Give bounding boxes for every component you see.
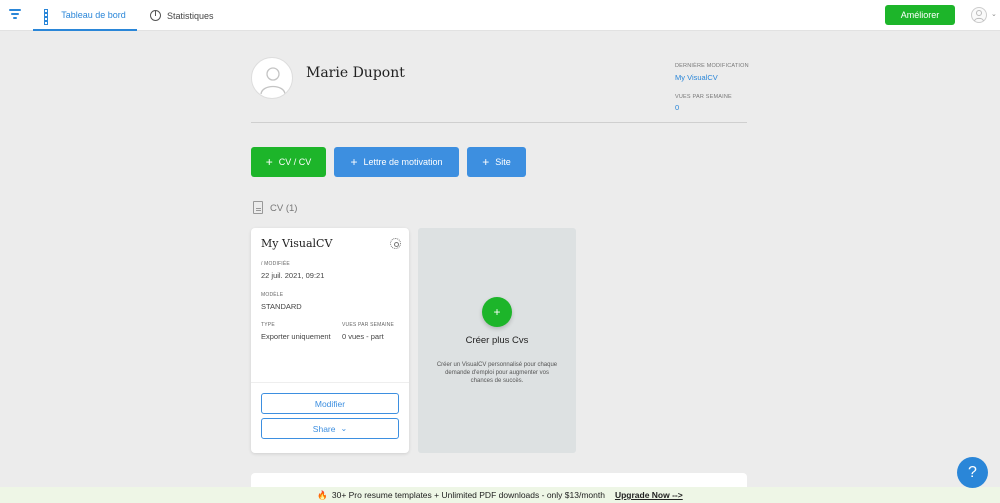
- top-navbar: Tableau de bord Statistiques Améliorer ⌄: [0, 0, 1000, 31]
- views-label: VUES PAR SEMAINE: [342, 322, 395, 328]
- create-more-cvs-card[interactable]: + Créer plus Cvs Créer un VisualCV perso…: [418, 228, 576, 453]
- plus-icon: +: [265, 155, 273, 169]
- tab-dashboard[interactable]: Tableau de bord: [33, 0, 137, 31]
- add-cover-letter-button[interactable]: + Lettre de motivation: [334, 147, 459, 177]
- chevron-down-icon: ⌄: [340, 424, 348, 433]
- tab-statistics[interactable]: Statistiques: [150, 0, 214, 31]
- plus-icon[interactable]: +: [482, 297, 512, 327]
- add-cv-label: CV / CV: [278, 157, 312, 167]
- type-value: Exporter uniquement: [261, 332, 331, 341]
- user-avatar[interactable]: [971, 7, 987, 23]
- modified-label: / MODIFIÉE: [261, 261, 290, 267]
- create-description: Créer un VisualCV personnalisé pour chaq…: [436, 362, 558, 384]
- last-modified-label: DERNIÈRE MODIFICATION: [675, 63, 749, 69]
- plus-icon: +: [350, 155, 358, 169]
- promo-banner: 🔥 30+ Pro resume templates + Unlimited P…: [0, 487, 1000, 503]
- last-modified-link[interactable]: My VisualCV: [675, 73, 718, 82]
- share-button[interactable]: Share ⌄: [261, 418, 399, 439]
- add-cover-letter-label: Lettre de motivation: [363, 157, 443, 167]
- chevron-down-icon[interactable]: ⌄: [991, 10, 997, 18]
- type-label: TYPE: [261, 322, 275, 328]
- profile-name: Marie Dupont: [306, 65, 405, 81]
- add-site-button[interactable]: + Site: [467, 147, 526, 177]
- weekly-views-label: VUES PAR SEMAINE: [675, 94, 732, 100]
- views-value: 0 vues - part: [342, 332, 384, 341]
- upgrade-now-link[interactable]: Upgrade Now -->: [615, 490, 683, 500]
- fire-icon: 🔥: [317, 489, 328, 500]
- section-title: CV (1): [270, 203, 298, 214]
- plus-icon: +: [482, 155, 490, 169]
- help-button[interactable]: ?: [957, 457, 988, 488]
- pie-chart-icon: [150, 10, 161, 21]
- promo-text: 30+ Pro resume templates + Unlimited PDF…: [331, 490, 605, 500]
- upgrade-button[interactable]: Améliorer: [885, 5, 955, 25]
- profile-avatar[interactable]: [251, 57, 293, 99]
- modified-value: 22 juil. 2021, 09:21: [261, 271, 325, 280]
- cv-card: My VisualCV / MODIFIÉE 22 juil. 2021, 09…: [251, 228, 409, 453]
- model-label: MODÈLE: [261, 292, 284, 298]
- add-cv-button[interactable]: + CV / CV: [251, 147, 326, 177]
- cv-card-title: My VisualCV: [261, 237, 333, 250]
- gear-icon[interactable]: [390, 238, 401, 249]
- user-silhouette-icon: [974, 10, 984, 22]
- tab-dashboard-label: Tableau de bord: [61, 9, 126, 20]
- create-title: Créer plus Cvs: [465, 335, 529, 346]
- model-value: STANDARD: [261, 302, 302, 311]
- edit-button[interactable]: Modifier: [261, 393, 399, 414]
- document-icon: [253, 201, 263, 214]
- divider: [251, 122, 747, 123]
- card-divider: [251, 382, 409, 383]
- grid-icon: [44, 9, 55, 25]
- tab-statistics-label: Statistiques: [167, 10, 214, 21]
- weekly-views-value: 0: [675, 103, 680, 112]
- add-site-label: Site: [495, 157, 511, 167]
- logo-icon[interactable]: [9, 9, 21, 21]
- user-silhouette-icon: [260, 67, 286, 95]
- share-label: Share: [312, 423, 336, 434]
